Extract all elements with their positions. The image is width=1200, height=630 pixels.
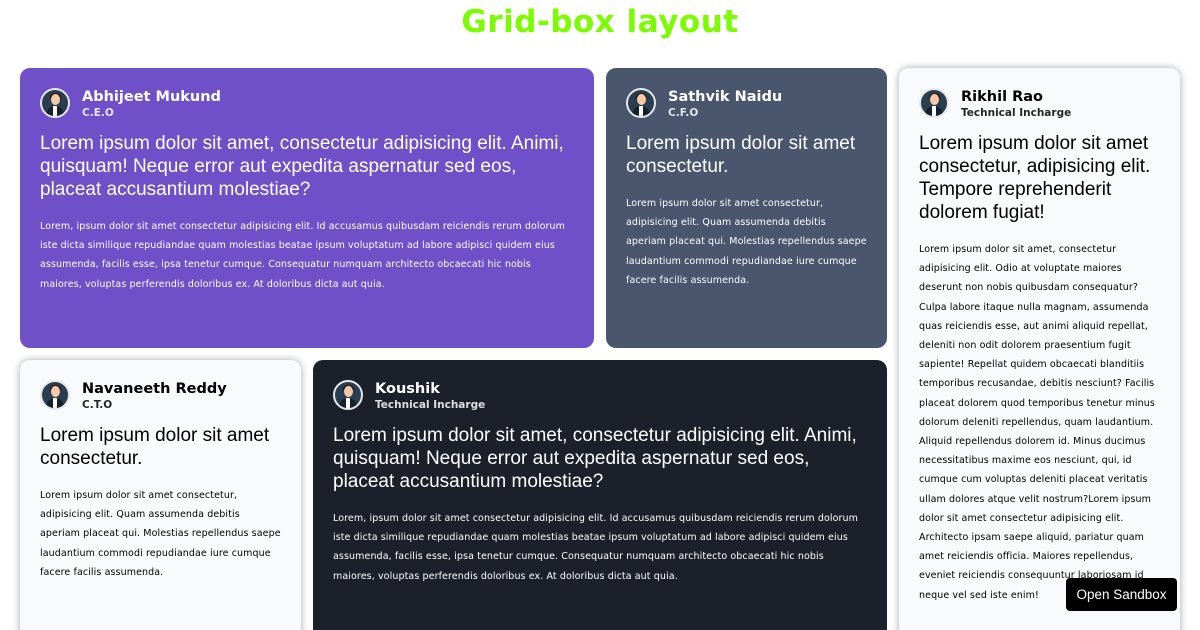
card-header: Koushik Technical Incharge bbox=[333, 380, 867, 416]
author-role: C.E.O bbox=[82, 107, 114, 119]
card-author: Rikhil Rao Technical Incharge bbox=[961, 88, 1071, 120]
author-name: Abhijeet Mukund bbox=[82, 89, 221, 105]
author-name: Rikhil Rao bbox=[961, 89, 1044, 105]
card-lead: Lorem ipsum dolor sit amet consectetur. bbox=[40, 425, 270, 469]
testimonial-card-koushik: Koushik Technical Incharge Lorem ipsum d… bbox=[313, 360, 887, 630]
testimonial-card-sathvik: Sathvik Naidu C.F.O Lorem ipsum dolor si… bbox=[606, 68, 887, 348]
card-author: Koushik Technical Incharge bbox=[375, 380, 485, 412]
author-role: C.T.O bbox=[82, 399, 113, 411]
card-lead: Lorem ipsum dolor sit amet consectetur. bbox=[626, 133, 856, 177]
author-role: Technical Incharge bbox=[375, 399, 486, 411]
avatar bbox=[40, 88, 70, 118]
card-lead: Lorem ipsum dolor sit amet consectetur, … bbox=[919, 133, 1151, 223]
author-name: Koushik bbox=[375, 381, 440, 397]
open-sandbox-button[interactable]: Open Sandbox bbox=[1066, 578, 1177, 611]
avatar bbox=[333, 380, 363, 410]
card-header: Sathvik Naidu C.F.O bbox=[626, 88, 867, 124]
author-name: Sathvik Naidu bbox=[668, 89, 783, 105]
card-lead: Lorem ipsum dolor sit amet, consectetur … bbox=[333, 425, 857, 492]
testimonial-card-navaneeth: Navaneeth Reddy C.T.O Lorem ipsum dolor … bbox=[20, 360, 301, 630]
card-body: Lorem ipsum dolor sit amet, consectetur … bbox=[919, 244, 1155, 601]
author-role: Technical Incharge bbox=[961, 107, 1072, 119]
author-role: C.F.O bbox=[668, 107, 699, 119]
card-header: Abhijeet Mukund C.E.O bbox=[40, 88, 574, 124]
card-author: Navaneeth Reddy C.T.O bbox=[82, 380, 227, 412]
avatar bbox=[919, 88, 949, 118]
card-body: Lorem, ipsum dolor sit amet consectetur … bbox=[40, 221, 566, 290]
card-header: Rikhil Rao Technical Incharge bbox=[919, 88, 1160, 124]
avatar bbox=[626, 88, 656, 118]
author-name: Navaneeth Reddy bbox=[82, 381, 227, 397]
card-header: Navaneeth Reddy C.T.O bbox=[40, 380, 281, 416]
testimonial-card-rikhil: Rikhil Rao Technical Incharge Lorem ipsu… bbox=[899, 68, 1180, 630]
card-body: Lorem, ipsum dolor sit amet consectetur … bbox=[333, 513, 859, 582]
card-author: Abhijeet Mukund C.E.O bbox=[82, 88, 221, 120]
avatar bbox=[40, 380, 70, 410]
card-author: Sathvik Naidu C.F.O bbox=[668, 88, 782, 120]
testimonial-card-abhijeet: Abhijeet Mukund C.E.O Lorem ipsum dolor … bbox=[20, 68, 594, 348]
card-body: Lorem ipsum dolor sit amet consectetur, … bbox=[40, 490, 281, 578]
page-title: Grid-box layout bbox=[461, 4, 739, 40]
card-body: Lorem ipsum dolor sit amet consectetur, … bbox=[626, 198, 867, 286]
card-lead: Lorem ipsum dolor sit amet, consectetur … bbox=[40, 133, 564, 200]
